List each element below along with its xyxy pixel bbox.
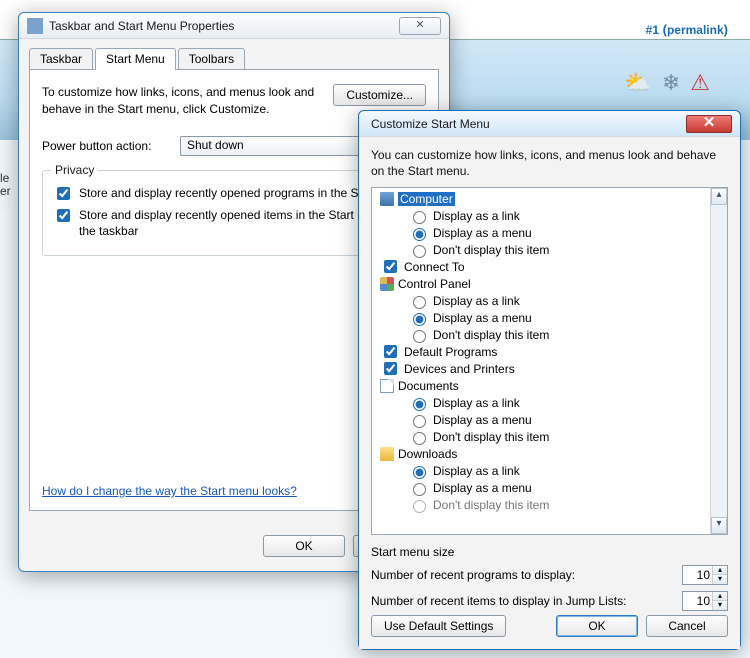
documents-display-menu-label: Display as a menu [433,413,532,427]
node-computer: Computer Display as a link Display as a … [376,190,710,258]
size-heading: Start menu size [371,545,728,559]
tab-strip: Taskbar Start Menu Toolbars [29,48,439,70]
devices-printers-label: Devices and Printers [404,362,515,376]
devices-printers-checkbox[interactable] [384,362,397,375]
weather-icon: ⛅ [624,70,651,96]
node-default-programs: Default Programs [376,343,710,360]
jump-lists-value: 10 [683,594,712,608]
default-programs-label: Default Programs [404,345,497,359]
documents-display-link-label: Display as a link [433,396,520,410]
downloads-display-menu-radio[interactable] [413,483,426,496]
computer-icon [380,192,394,206]
documents-display-link-radio[interactable] [413,398,426,411]
power-action-value: Shut down [187,138,244,152]
customize-start-menu-window: Customize Start Menu ✕ You can customize… [358,110,741,650]
options-tree: Computer Display as a link Display as a … [371,187,728,535]
snowflake-icon: ❄ [662,70,680,96]
cp-display-menu-label: Display as a menu [433,311,532,325]
close-button[interactable]: ✕ [399,17,441,35]
privacy-legend: Privacy [51,163,98,177]
documents-display-menu-radio[interactable] [413,415,426,428]
recent-programs-spinner[interactable]: 10 ▴▾ [682,565,728,585]
cancel-button[interactable]: Cancel [646,615,728,637]
downloads-display-link-label: Display as a link [433,464,520,478]
window-title: Taskbar and Start Menu Properties [49,19,399,33]
titlebar[interactable]: Taskbar and Start Menu Properties ✕ [19,13,449,39]
titlebar[interactable]: Customize Start Menu ✕ [359,111,740,137]
jump-lists-spinner[interactable]: 10 ▴▾ [682,591,728,611]
computer-display-none-label: Don't display this item [433,243,549,257]
jump-lists-label: Number of recent items to display in Jum… [371,594,682,608]
start-menu-size-group: Start menu size Number of recent program… [371,545,728,611]
tree-scrollbar[interactable]: ▴ ▾ [710,188,727,534]
control-panel-label: Control Panel [398,277,471,291]
spin-down-icon[interactable]: ▾ [712,575,727,584]
documents-display-none-label: Don't display this item [433,430,549,444]
use-default-settings-button[interactable]: Use Default Settings [371,615,506,637]
cropped-text-left: leer [0,170,10,210]
documents-display-none-radio[interactable] [413,432,426,445]
permalink-link[interactable]: permalink [667,23,724,37]
cp-display-menu-radio[interactable] [413,313,426,326]
tab-taskbar[interactable]: Taskbar [29,48,93,70]
intro-text: To customize how links, icons, and menus… [42,84,325,118]
cp-display-link-radio[interactable] [413,296,426,309]
connect-to-label: Connect To [404,260,465,274]
ok-button[interactable]: OK [556,615,638,637]
node-computer-label[interactable]: Computer [398,192,455,206]
cp-display-link-label: Display as a link [433,294,520,308]
downloads-display-none-radio[interactable] [413,500,426,513]
connect-to-checkbox[interactable] [384,260,397,273]
control-panel-icon [380,277,394,291]
window-title: Customize Start Menu [367,117,686,131]
node-devices-printers: Devices and Printers [376,360,710,377]
documents-label: Documents [398,379,459,393]
tab-toolbars[interactable]: Toolbars [178,48,245,70]
customize-button[interactable]: Customize... [333,84,426,106]
recent-programs-label: Number of recent programs to display: [371,568,682,582]
cp-display-none-label: Don't display this item [433,328,549,342]
downloads-display-menu-label: Display as a menu [433,481,532,495]
node-downloads: Downloads Display as a link Display as a… [376,445,710,513]
post-heading: #1 (permalink) [646,22,728,37]
computer-display-menu-radio[interactable] [413,228,426,241]
warning-icon: ⚠ [690,70,710,96]
downloads-display-link-radio[interactable] [413,466,426,479]
node-connect-to: Connect To [376,258,710,275]
spin-down-icon[interactable]: ▾ [712,601,727,610]
computer-display-menu-label: Display as a menu [433,226,532,240]
default-programs-checkbox[interactable] [384,345,397,358]
recent-programs-value: 10 [683,568,712,582]
tab-start-menu[interactable]: Start Menu [95,48,176,70]
computer-display-link-radio[interactable] [413,211,426,224]
close-button[interactable]: ✕ [686,115,732,133]
computer-display-link-label: Display as a link [433,209,520,223]
help-link[interactable]: How do I change the way the Start menu l… [42,484,297,498]
scroll-down-arrow[interactable]: ▾ [711,517,727,534]
downloads-display-none-label: Don't display this item [433,498,549,512]
node-documents: Documents Display as a link Display as a… [376,377,710,445]
privacy-recent-programs-checkbox[interactable] [57,187,70,200]
computer-display-none-radio[interactable] [413,245,426,258]
power-action-label: Power button action: [42,139,172,153]
downloads-icon [380,447,394,461]
node-control-panel: Control Panel Display as a link Display … [376,275,710,343]
post-number: #1 [646,23,659,37]
downloads-label: Downloads [398,447,457,461]
privacy-recent-items-checkbox[interactable] [57,209,70,222]
window-icon [27,18,43,34]
intro-text: You can customize how links, icons, and … [371,147,728,179]
ok-button[interactable]: OK [263,535,345,557]
cp-display-none-radio[interactable] [413,330,426,343]
documents-icon [380,379,394,393]
scroll-up-arrow[interactable]: ▴ [711,188,727,205]
background-toolbar-icons: ⛅ ❄ ⚠ [624,70,710,96]
